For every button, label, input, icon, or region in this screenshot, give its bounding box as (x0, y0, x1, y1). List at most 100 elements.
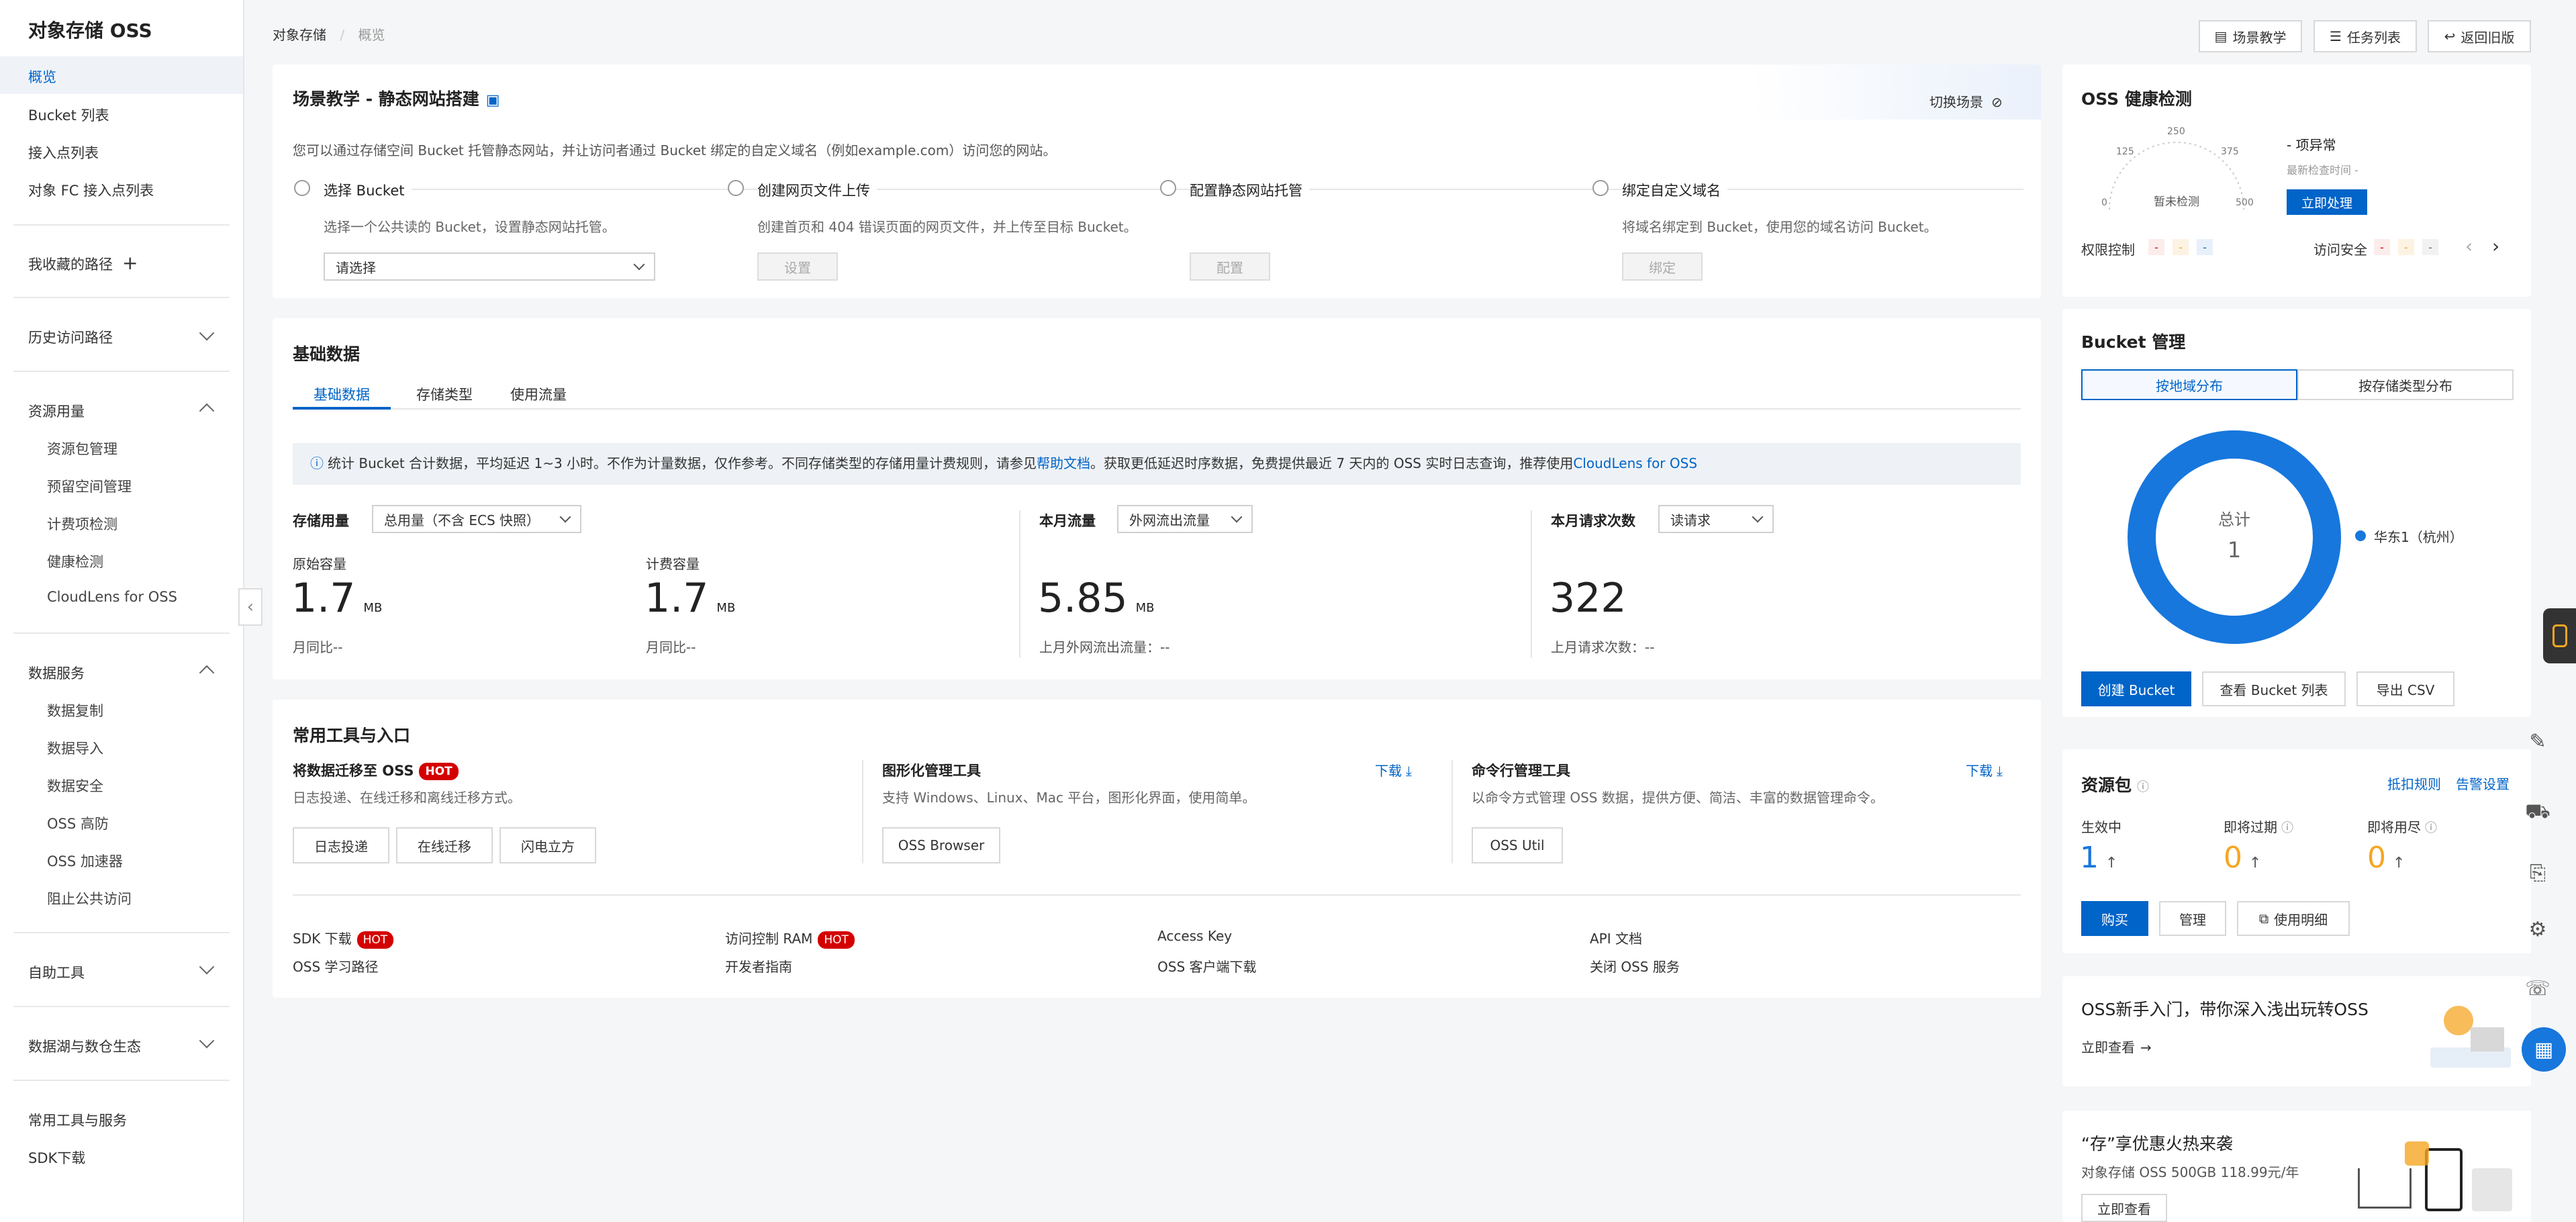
view-bucket-list-button[interactable]: 查看 Bucket 列表 (2202, 671, 2346, 706)
developer-guide-link[interactable]: 开发者指南 (725, 956, 792, 976)
gui-tool-desc: 支持 Windows、Linux、Mac 平台，图形化界面，使用简单。 (882, 790, 1256, 806)
sidebar-subitem-health-check[interactable]: 健康检测 (47, 551, 103, 571)
sdk-download-link[interactable]: SDK 下载 HOT (293, 928, 394, 949)
access-key-link[interactable]: Access Key (1157, 928, 1232, 944)
promo-view-now-button[interactable]: 立即查看 (2081, 1194, 2167, 1222)
sidebar-item-data-services[interactable]: 数据服务 (28, 663, 85, 683)
sidebar-item-common-tools[interactable]: 常用工具与服务 (28, 1110, 127, 1130)
last-check-time: 最新检查时间 - (2287, 164, 2358, 177)
help-icon[interactable]: ⓘ (2281, 821, 2293, 835)
tab-traffic[interactable]: 使用流量 (498, 384, 579, 404)
sidebar-subitem-accelerator[interactable]: OSS 加速器 (47, 851, 123, 871)
info-icon[interactable]: ⓘ (2137, 780, 2149, 794)
bucket-select[interactable]: 请选择 (324, 252, 655, 281)
arrow-up-icon: ↑ (2393, 855, 2405, 872)
promo-discount-card[interactable]: “存”享优惠火热来袭 对象存储 OSS 500GB 118.99元/年 立即查看 (2062, 1111, 2531, 1222)
help-doc-link[interactable]: 帮助文档 (1037, 455, 1090, 471)
sidebar-subitem-security[interactable]: 数据安全 (47, 775, 103, 796)
set-button[interactable]: 设置 (757, 252, 838, 281)
cart-icon[interactable]: ⛟ (2518, 792, 2558, 833)
fix-now-button[interactable]: 立即处理 (2287, 189, 2367, 215)
sidebar-subitem-cloudlens[interactable]: CloudLens for OSS (47, 589, 177, 605)
buy-button[interactable]: 购买 (2081, 901, 2148, 936)
cli-tool-title: 命令行管理工具 (1472, 763, 1570, 779)
sidebar-subitem-replication[interactable]: 数据复制 (47, 700, 103, 720)
tab-by-region[interactable]: 按地域分布 (2081, 369, 2297, 400)
gui-download-link[interactable]: 下载 ⤓ (1375, 760, 1412, 780)
help-icon[interactable]: ⓘ (2425, 821, 2437, 835)
collapse-sidebar-button[interactable]: ‹ (238, 588, 263, 626)
edit-icon[interactable]: ✎ (2518, 721, 2558, 761)
external-link-icon: ⧉ (2258, 910, 2269, 927)
apps-grid-button[interactable]: ▦ (2522, 1027, 2566, 1072)
online-migration-button[interactable]: 在线迁移 (396, 827, 493, 863)
back-old-version-button[interactable]: ↩ 返回旧版 (2428, 20, 2531, 52)
scene-teaching-button[interactable]: ▤ 场景教学 (2199, 20, 2302, 52)
clipboard-icon[interactable]: ▣ (486, 92, 500, 109)
migrate-desc: 日志投递、在线迁移和离线迁移方式。 (293, 790, 521, 806)
switch-scene-button[interactable]: 切换场景 ⊘ (1929, 91, 2003, 111)
chevron-left-icon[interactable]: ‹ (2465, 235, 2473, 257)
lightning-cube-button[interactable]: 闪电立方 (499, 827, 596, 863)
requests-value: 322 (1549, 575, 1627, 622)
oss-util-button[interactable]: OSS Util (1472, 827, 1563, 863)
storage-usage-select[interactable]: 总用量（不含 ECS 快照） (372, 505, 581, 533)
cli-download-link[interactable]: 下载 ⤓ (1966, 760, 2003, 780)
promo-newbie-card[interactable]: OSS新手入门，带你深入浅出玩转OSS 立即查看 → (2062, 976, 2531, 1086)
gear-icon[interactable]: ⚙ (2518, 909, 2558, 949)
configure-button[interactable]: 配置 (1190, 252, 1270, 281)
task-list-button[interactable]: ☰ 任务列表 (2313, 20, 2417, 52)
tab-storage-type[interactable]: 存储类型 (404, 384, 485, 404)
tab-basic-data[interactable]: 基础数据 (293, 384, 391, 410)
close-service-link[interactable]: 关闭 OSS 服务 (1590, 956, 1680, 976)
chevron-up-icon[interactable] (199, 403, 215, 419)
arrow-up-icon: ↑ (2249, 855, 2262, 872)
bind-button[interactable]: 绑定 (1622, 252, 1703, 281)
promo-newbie-link[interactable]: 立即查看 → (2081, 1037, 2152, 1056)
learning-path-link[interactable]: OSS 学习路径 (293, 956, 379, 976)
sidebar-item-overview[interactable]: 概览 (28, 66, 56, 87)
sidebar-subitem-reserved-space[interactable]: 预留空间管理 (47, 476, 132, 496)
step-title-4: 绑定自定义域名 (1622, 180, 1727, 200)
export-csv-button[interactable]: 导出 CSV (2356, 671, 2454, 706)
sidebar-subitem-billing-check[interactable]: 计费项检测 (47, 514, 117, 534)
log-delivery-button[interactable]: 日志投递 (293, 827, 389, 863)
deduction-rules-link[interactable]: 抵扣规则 (2387, 773, 2441, 793)
usage-detail-button[interactable]: ⧉ 使用明细 (2237, 901, 2350, 936)
traffic-value: 5.85 MB (1038, 575, 1154, 622)
alarm-settings-link[interactable]: 告警设置 (2456, 773, 2510, 793)
sidebar-item-data-lake[interactable]: 数据湖与数仓生态 (28, 1036, 141, 1056)
add-icon[interactable]: + (122, 252, 138, 274)
tab-by-storage-type[interactable]: 按存储类型分布 (2297, 369, 2514, 400)
chevron-right-icon[interactable]: › (2492, 235, 2499, 257)
traffic-select[interactable]: 外网流出流量 (1117, 505, 1253, 533)
ram-link[interactable]: 访问控制 RAM HOT (725, 928, 855, 949)
sidebar-item-self-tools[interactable]: 自助工具 (28, 962, 85, 982)
sidebar-item-history[interactable]: 历史访问路径 (28, 327, 113, 347)
sidebar-subitem-anti-ddos[interactable]: OSS 高防 (47, 813, 109, 833)
sidebar-item-access-points[interactable]: 接入点列表 (28, 142, 99, 162)
cloudlens-link[interactable]: CloudLens for OSS (1573, 455, 1697, 471)
breadcrumb-root[interactable]: 对象存储 (273, 27, 326, 43)
chevron-down-icon[interactable] (199, 1033, 215, 1049)
chevron-down-icon[interactable] (199, 325, 215, 341)
sidebar-subitem-resource-pack[interactable]: 资源包管理 (47, 438, 117, 459)
create-bucket-button[interactable]: 创建 Bucket (2081, 671, 2191, 706)
requests-select[interactable]: 读请求 (1658, 505, 1774, 533)
api-doc-link[interactable]: API 文档 (1590, 928, 1642, 947)
floating-assistant-tab[interactable] (2543, 608, 2576, 663)
sidebar-item-bucket-list[interactable]: Bucket 列表 (28, 105, 109, 125)
client-download-link[interactable]: OSS 客户端下载 (1157, 956, 1257, 976)
sidebar-subitem-import[interactable]: 数据导入 (47, 738, 103, 758)
sidebar-subitem-block-public[interactable]: 阻止公共访问 (47, 888, 132, 908)
manage-button[interactable]: 管理 (2159, 901, 2226, 936)
chevron-up-icon[interactable] (199, 665, 215, 681)
chat-icon[interactable]: ☏ (2518, 968, 2558, 1008)
sidebar-item-resource-usage[interactable]: 资源用量 (28, 401, 85, 421)
chevron-down-icon[interactable] (199, 959, 215, 975)
sidebar-item-fc-access-points[interactable]: 对象 FC 接入点列表 (28, 180, 154, 200)
sidebar-item-sdk[interactable]: SDK下载 (28, 1147, 85, 1168)
oss-browser-button[interactable]: OSS Browser (882, 827, 1000, 863)
sidebar-item-favorites[interactable]: 我收藏的路径 + (28, 254, 138, 274)
document-icon[interactable]: ⎘ (2518, 853, 2558, 893)
